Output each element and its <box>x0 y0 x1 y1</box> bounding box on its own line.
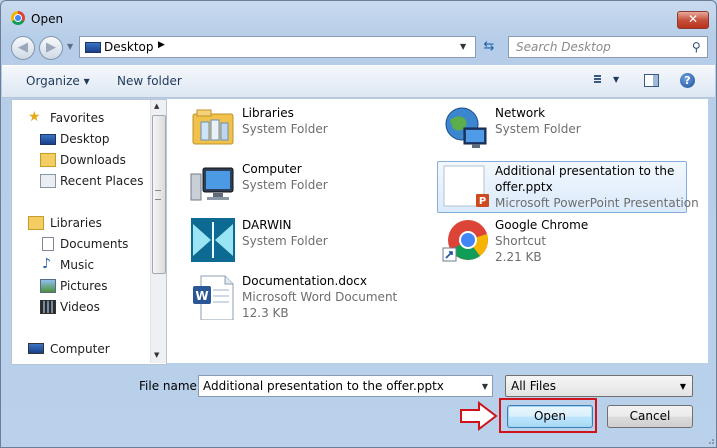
search-placeholder: Search Desktop <box>516 40 611 54</box>
file-type-select[interactable]: All Files ▼ <box>505 375 693 397</box>
view-options-dropdown[interactable]: ▼ <box>613 75 619 84</box>
darwin-app-icon <box>191 218 235 262</box>
file-type: System Folder <box>242 178 328 192</box>
file-item-libraries[interactable]: Libraries System Folder <box>185 104 433 154</box>
sidebar-label: Recent Places <box>60 174 144 188</box>
recent-places-icon <box>40 174 56 188</box>
sidebar-label: Desktop <box>60 132 110 146</box>
file-name: Network <box>495 106 546 120</box>
file-item-computer[interactable]: Computer System Folder <box>185 160 433 210</box>
change-view-icon[interactable] <box>589 74 601 86</box>
powerpoint-file-icon: P <box>443 165 489 207</box>
svg-text:W: W <box>195 289 208 303</box>
navigation-scrollbar[interactable]: ▲ ▼ <box>150 100 166 363</box>
file-name: Libraries <box>242 106 294 120</box>
file-type: System Folder <box>495 122 581 136</box>
refresh-button[interactable]: ⇆ <box>478 36 500 58</box>
scroll-up-icon[interactable]: ▲ <box>154 102 159 110</box>
pointer-arrow-annotation <box>460 401 498 431</box>
word-file-icon: W <box>193 275 234 320</box>
sidebar-label: Pictures <box>60 279 108 293</box>
file-name: Documentation.docx <box>242 274 367 288</box>
resize-grip-icon[interactable] <box>705 435 715 445</box>
pictures-icon <box>40 279 56 293</box>
sidebar-label: Computer <box>50 342 110 356</box>
scrollbar-thumb[interactable] <box>152 115 166 274</box>
chrome-app-icon <box>11 11 25 25</box>
file-type: System Folder <box>242 122 328 136</box>
forward-button[interactable]: ▶ <box>39 36 63 60</box>
sidebar-label: Favorites <box>50 111 105 125</box>
file-name-value[interactable]: Additional presentation to the offer.ppt… <box>203 379 444 393</box>
computer-icon <box>28 343 44 354</box>
star-icon: ★ <box>28 109 41 125</box>
libraries-folder-icon <box>192 109 234 145</box>
open-dialog: Open ✕ ◀ ▶ ▼ Desktop ▶ ▼ ⇆ Search Deskto… <box>0 0 717 448</box>
forward-arrow-icon: ▶ <box>46 40 56 55</box>
close-icon: ✕ <box>687 12 699 26</box>
file-name-dropdown-icon[interactable]: ▼ <box>482 382 488 391</box>
sidebar-label: Videos <box>60 300 100 314</box>
file-type: Microsoft Word Document <box>242 290 398 304</box>
file-type-dropdown-icon[interactable]: ▼ <box>680 382 686 391</box>
file-name: DARWIN <box>242 218 292 232</box>
back-button[interactable]: ◀ <box>11 36 35 60</box>
title-bar[interactable]: Open ✕ <box>1 1 716 35</box>
file-name: Google Chrome <box>495 218 589 232</box>
file-name: Computer <box>242 162 302 176</box>
search-input[interactable]: Search Desktop ⚲ <box>508 36 708 58</box>
help-icon[interactable]: ? <box>680 73 695 88</box>
file-item-documentation[interactable]: W Documentation.docx Microsoft Word Docu… <box>185 272 433 322</box>
preview-pane-icon[interactable] <box>644 74 659 87</box>
breadcrumb-chevron-icon[interactable]: ▶ <box>158 40 165 50</box>
sidebar-label: Music <box>60 258 95 272</box>
file-item-google-chrome[interactable]: Google Chrome Shortcut 2.21 KB <box>438 216 686 266</box>
desktop-icon <box>85 42 101 53</box>
file-list: Libraries System Folder Network System F… <box>167 99 708 363</box>
navigation-bar: ◀ ▶ ▼ Desktop ▶ ▼ ⇆ Search Desktop ⚲ <box>1 34 716 64</box>
network-globe-icon <box>445 107 487 148</box>
sidebar-label: Libraries <box>50 216 102 230</box>
navigation-pane: ★ Favorites Desktop Downloads Recent Pla… <box>11 99 167 365</box>
computer-monitor-icon <box>190 167 234 201</box>
file-item-presentation[interactable]: P Additional presentation to the offer.p… <box>437 161 699 213</box>
command-toolbar: Organize ▾ New folder ▼ ? <box>2 65 715 98</box>
grip-icon <box>155 190 161 200</box>
videos-icon <box>40 300 56 314</box>
file-item-network[interactable]: Network System Folder <box>438 104 686 154</box>
file-type: Microsoft PowerPoint Presentation <box>495 196 699 210</box>
open-button[interactable]: Open <box>507 405 593 428</box>
chrome-shortcut-icon <box>442 220 488 262</box>
address-bar[interactable]: Desktop ▶ ▼ <box>79 36 476 58</box>
cancel-button[interactable]: Cancel <box>607 405 693 428</box>
file-name-label: File name: <box>139 379 201 393</box>
file-size: 2.21 KB <box>495 250 542 264</box>
file-item-darwin[interactable]: DARWIN System Folder <box>185 216 433 266</box>
downloads-folder-icon <box>40 153 56 167</box>
file-type: System Folder <box>242 234 328 248</box>
file-type: Shortcut <box>495 234 547 248</box>
file-name: Additional presentation to the offer.ppt… <box>495 164 675 194</box>
search-icon: ⚲ <box>692 40 701 54</box>
documents-icon <box>42 237 54 251</box>
window-title: Open <box>31 12 64 26</box>
music-note-icon: ♪ <box>42 256 51 272</box>
libraries-icon <box>28 216 44 230</box>
address-text[interactable]: Desktop <box>104 40 154 54</box>
file-name-input[interactable]: Additional presentation to the offer.ppt… <box>198 375 493 397</box>
svg-text:P: P <box>479 196 486 207</box>
sidebar-label: Documents <box>60 237 129 251</box>
sidebar-label: Downloads <box>60 153 126 167</box>
back-arrow-icon: ◀ <box>18 40 28 55</box>
desktop-icon <box>40 134 56 145</box>
address-dropdown-icon[interactable]: ▼ <box>460 42 466 51</box>
new-folder-button[interactable]: New folder <box>117 74 182 88</box>
refresh-icon: ⇆ <box>483 39 495 54</box>
file-size: 12.3 KB <box>242 306 289 320</box>
recent-locations-dropdown[interactable]: ▼ <box>67 42 73 51</box>
file-type-value: All Files <box>511 379 557 393</box>
close-button[interactable]: ✕ <box>677 11 709 29</box>
organize-button[interactable]: Organize ▾ <box>26 74 90 88</box>
scroll-down-icon[interactable]: ▼ <box>154 351 159 359</box>
